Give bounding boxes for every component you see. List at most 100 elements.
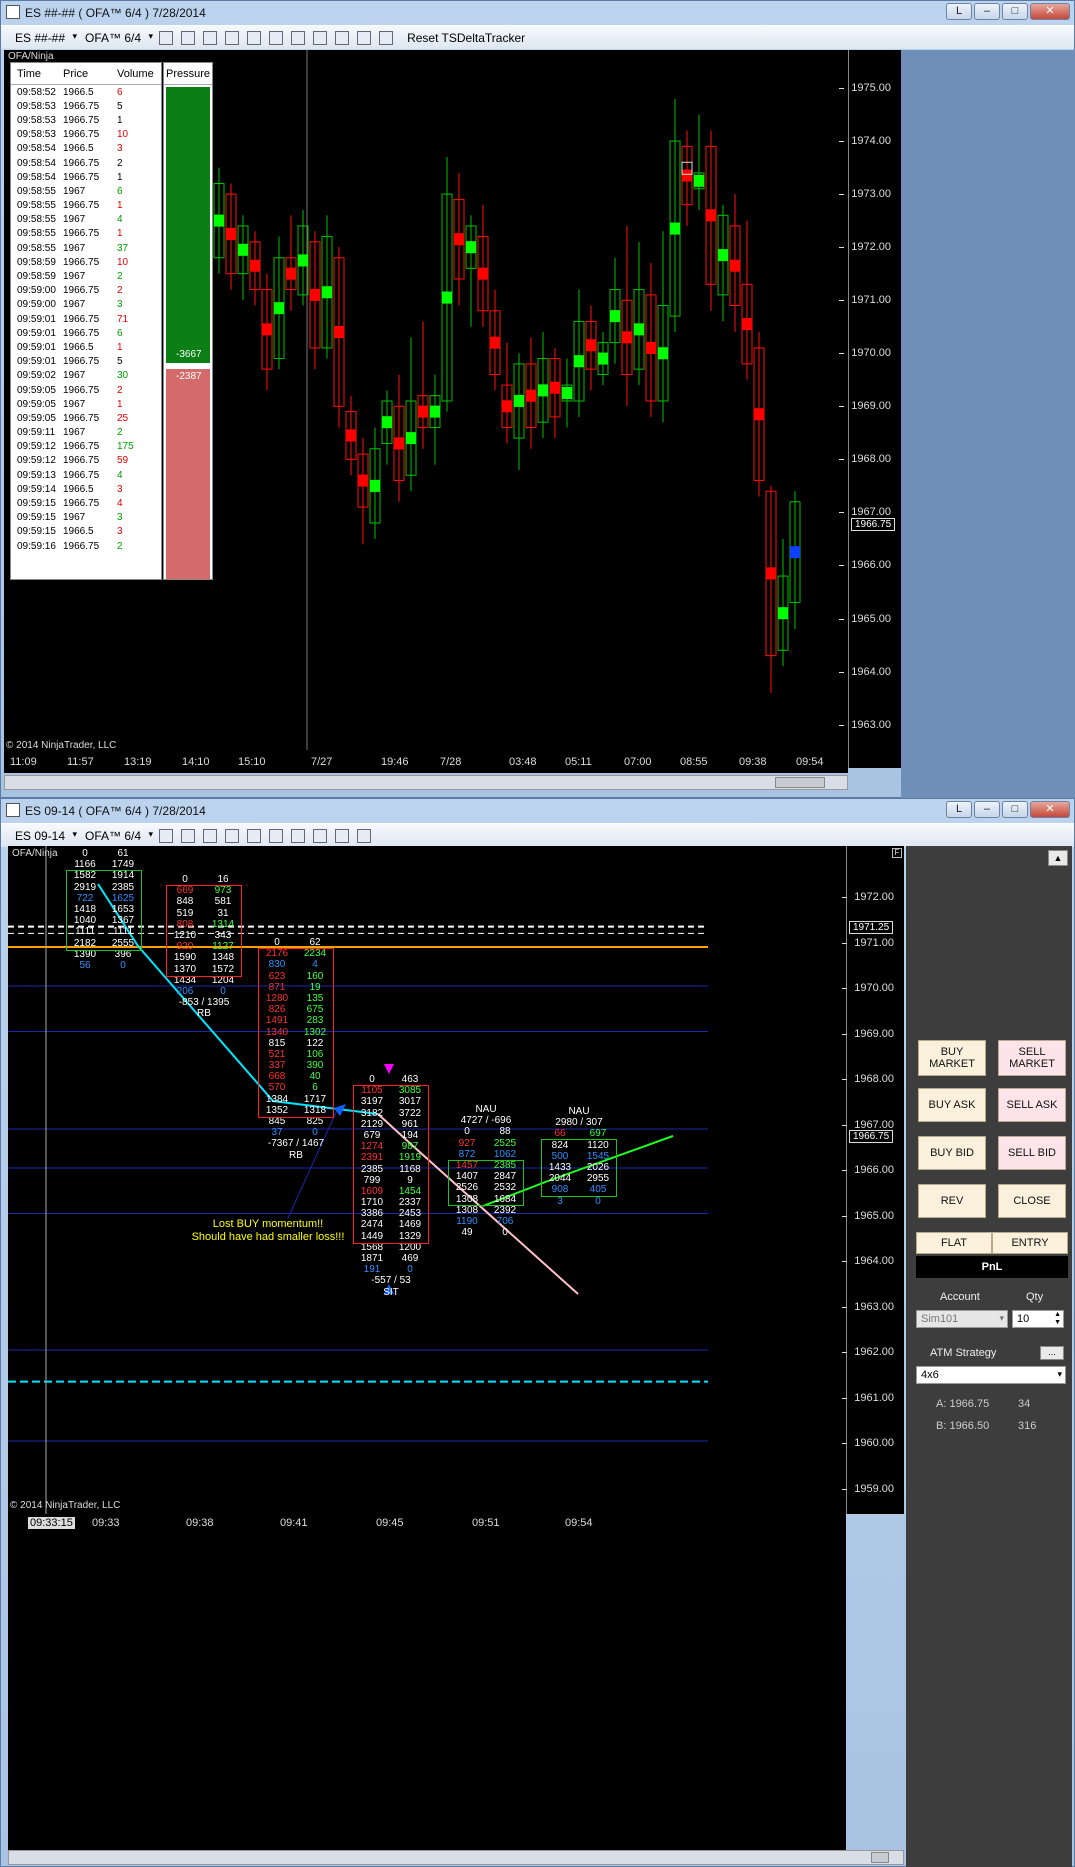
candle-marker: [610, 310, 620, 323]
candle-marker: [550, 381, 560, 394]
crosshair-icon-2[interactable]: [247, 828, 262, 843]
tape-row: 09:58:55 1967 4: [11, 213, 161, 227]
data-box-icon[interactable]: [379, 30, 394, 45]
tape-price: 1966.5: [63, 483, 94, 495]
tape-row: 09:59:15 1966.5 3: [11, 525, 161, 539]
tape-time: 09:59:15: [17, 526, 56, 538]
tape-time: 09:58:55: [17, 214, 56, 226]
ask-volume: 697: [589, 1128, 607, 1140]
close-position-button[interactable]: CLOSE: [998, 1184, 1066, 1218]
bid-volume: 1308: [455, 1204, 479, 1216]
pencil-icon-2[interactable]: [181, 828, 196, 843]
crosshair-icon[interactable]: [247, 30, 262, 45]
tape-price: 1967: [63, 512, 86, 524]
candle-marker: [394, 437, 404, 450]
account-select[interactable]: Sim101 ▾: [916, 1310, 1008, 1328]
properties-icon-2[interactable]: [291, 828, 306, 843]
ask-volume: 16: [217, 874, 229, 885]
footprint-row: 872 1062: [448, 1149, 524, 1160]
sell-market-button[interactable]: SELL MARKET: [998, 1040, 1066, 1076]
indicator-selector-2[interactable]: OFA™ 6/4: [81, 829, 153, 843]
tape-price: 1967: [63, 427, 86, 439]
ask-volume: 0: [502, 1227, 508, 1239]
bottom-copyright: © 2014 NinjaTrader, LLC: [10, 1500, 121, 1511]
tape-price: 1966.75: [63, 412, 100, 424]
top-copyright: © 2014 NinjaTrader, LLC: [6, 740, 117, 751]
dollar-icon[interactable]: [357, 30, 372, 45]
bar-type-icon-2[interactable]: [159, 828, 174, 843]
atm-strategy-select[interactable]: 4x6 ▾: [916, 1366, 1066, 1384]
footprint-box: [166, 885, 242, 977]
buy-market-button[interactable]: BUY MARKET: [918, 1040, 986, 1076]
top-scroll-thumb[interactable]: [775, 777, 825, 788]
panel-collapse-button[interactable]: ▲: [1048, 850, 1068, 866]
candle-marker: [466, 241, 476, 254]
chart-trader-icon-2[interactable]: [313, 828, 328, 843]
zoom-in-icon[interactable]: [203, 30, 218, 45]
top-horizontal-scrollbar[interactable]: [4, 775, 848, 790]
buy-ask-button[interactable]: BUY ASK: [918, 1088, 986, 1122]
minimize-button[interactable]: –: [974, 3, 1000, 20]
candle-marker: [454, 233, 464, 246]
properties-icon[interactable]: [291, 30, 306, 45]
bid-volume: 872: [458, 1148, 476, 1160]
footprint-row: 0 61: [66, 848, 142, 859]
strategy-icon-2[interactable]: [335, 828, 350, 843]
zoom-out-icon[interactable]: [225, 30, 240, 45]
entry-button[interactable]: ENTRY: [992, 1232, 1068, 1254]
zoom-in-icon-2[interactable]: [203, 828, 218, 843]
minimize-button-2[interactable]: –: [974, 801, 1000, 818]
tape-volume: 1: [117, 114, 123, 126]
buy-bid-button[interactable]: BUY BID: [918, 1136, 986, 1170]
strategy-icon[interactable]: [335, 30, 350, 45]
atm-settings-button[interactable]: ...: [1040, 1346, 1064, 1360]
tape-price: 1966.75: [63, 100, 100, 112]
magnifier-icon[interactable]: [269, 30, 284, 45]
pnl-display: PnL: [916, 1256, 1068, 1278]
price-tick: 1964.00: [842, 1255, 894, 1267]
maximize-button[interactable]: □: [1002, 3, 1028, 20]
tape-price: 1967: [63, 214, 86, 226]
reset-delta-tracker-button[interactable]: Reset TSDeltaTracker: [407, 31, 525, 45]
ask-volume: 2392: [493, 1204, 517, 1216]
tape-volume: 4: [117, 214, 123, 226]
zoom-out-icon-2[interactable]: [225, 828, 240, 843]
bottom-horizontal-scrollbar[interactable]: [8, 1850, 904, 1865]
footprint-box: [448, 1159, 524, 1207]
bottom-chart-panel[interactable]: OFA/Ninja 0 61 1166 1749 1582 1914 2919 2385 722…: [8, 846, 846, 1514]
reverse-button[interactable]: REV: [918, 1184, 986, 1218]
link-button-2[interactable]: L: [946, 801, 972, 818]
chart-trader-icon[interactable]: [313, 30, 328, 45]
instrument-selector-2[interactable]: ES 09-14: [11, 829, 77, 843]
tape-price: 1966.75: [63, 171, 100, 183]
qty-stepper-icon[interactable]: ▲ ▼: [1054, 1311, 1061, 1327]
qty-input[interactable]: 10 ▲ ▼: [1012, 1310, 1064, 1328]
footprint-bar: NAU 2980 / 307 66 697 824 1120 500 1545 1433 2026…: [541, 1106, 617, 1207]
maximize-button-2[interactable]: □: [1002, 801, 1028, 818]
bid-volume: 49: [461, 1227, 473, 1239]
instrument-selector[interactable]: ES ##-##: [11, 31, 77, 45]
tape-price: 1966.75: [63, 200, 100, 212]
indicator-selector[interactable]: OFA™ 6/4: [81, 31, 153, 45]
tape-time: 09:59:05: [17, 412, 56, 424]
magnifier-icon-2[interactable]: [269, 828, 284, 843]
candle-marker: [406, 432, 416, 445]
bottom-scroll-thumb[interactable]: [871, 1852, 889, 1863]
close-window-button-2[interactable]: ✕: [1030, 801, 1070, 818]
tape-volume: 2: [117, 271, 123, 283]
flat-button[interactable]: FLAT: [916, 1232, 992, 1254]
sell-ask-button[interactable]: SELL ASK: [998, 1088, 1066, 1122]
bar-type-icon[interactable]: [159, 30, 174, 45]
close-window-button[interactable]: ✕: [1030, 3, 1070, 20]
sell-bid-button[interactable]: SELL BID: [998, 1136, 1066, 1170]
link-button[interactable]: L: [946, 3, 972, 20]
tape-time: 09:58:59: [17, 271, 56, 283]
candle-marker: [718, 249, 728, 262]
data-box-icon-2[interactable]: [357, 828, 372, 843]
ask-volume: 61: [117, 848, 129, 859]
pencil-icon[interactable]: [181, 30, 196, 45]
bid-volume: 927: [458, 1137, 476, 1149]
ask-volume: 469: [401, 1253, 419, 1264]
f-marker[interactable]: F: [892, 848, 902, 858]
time-tick: 08:55: [680, 756, 708, 768]
